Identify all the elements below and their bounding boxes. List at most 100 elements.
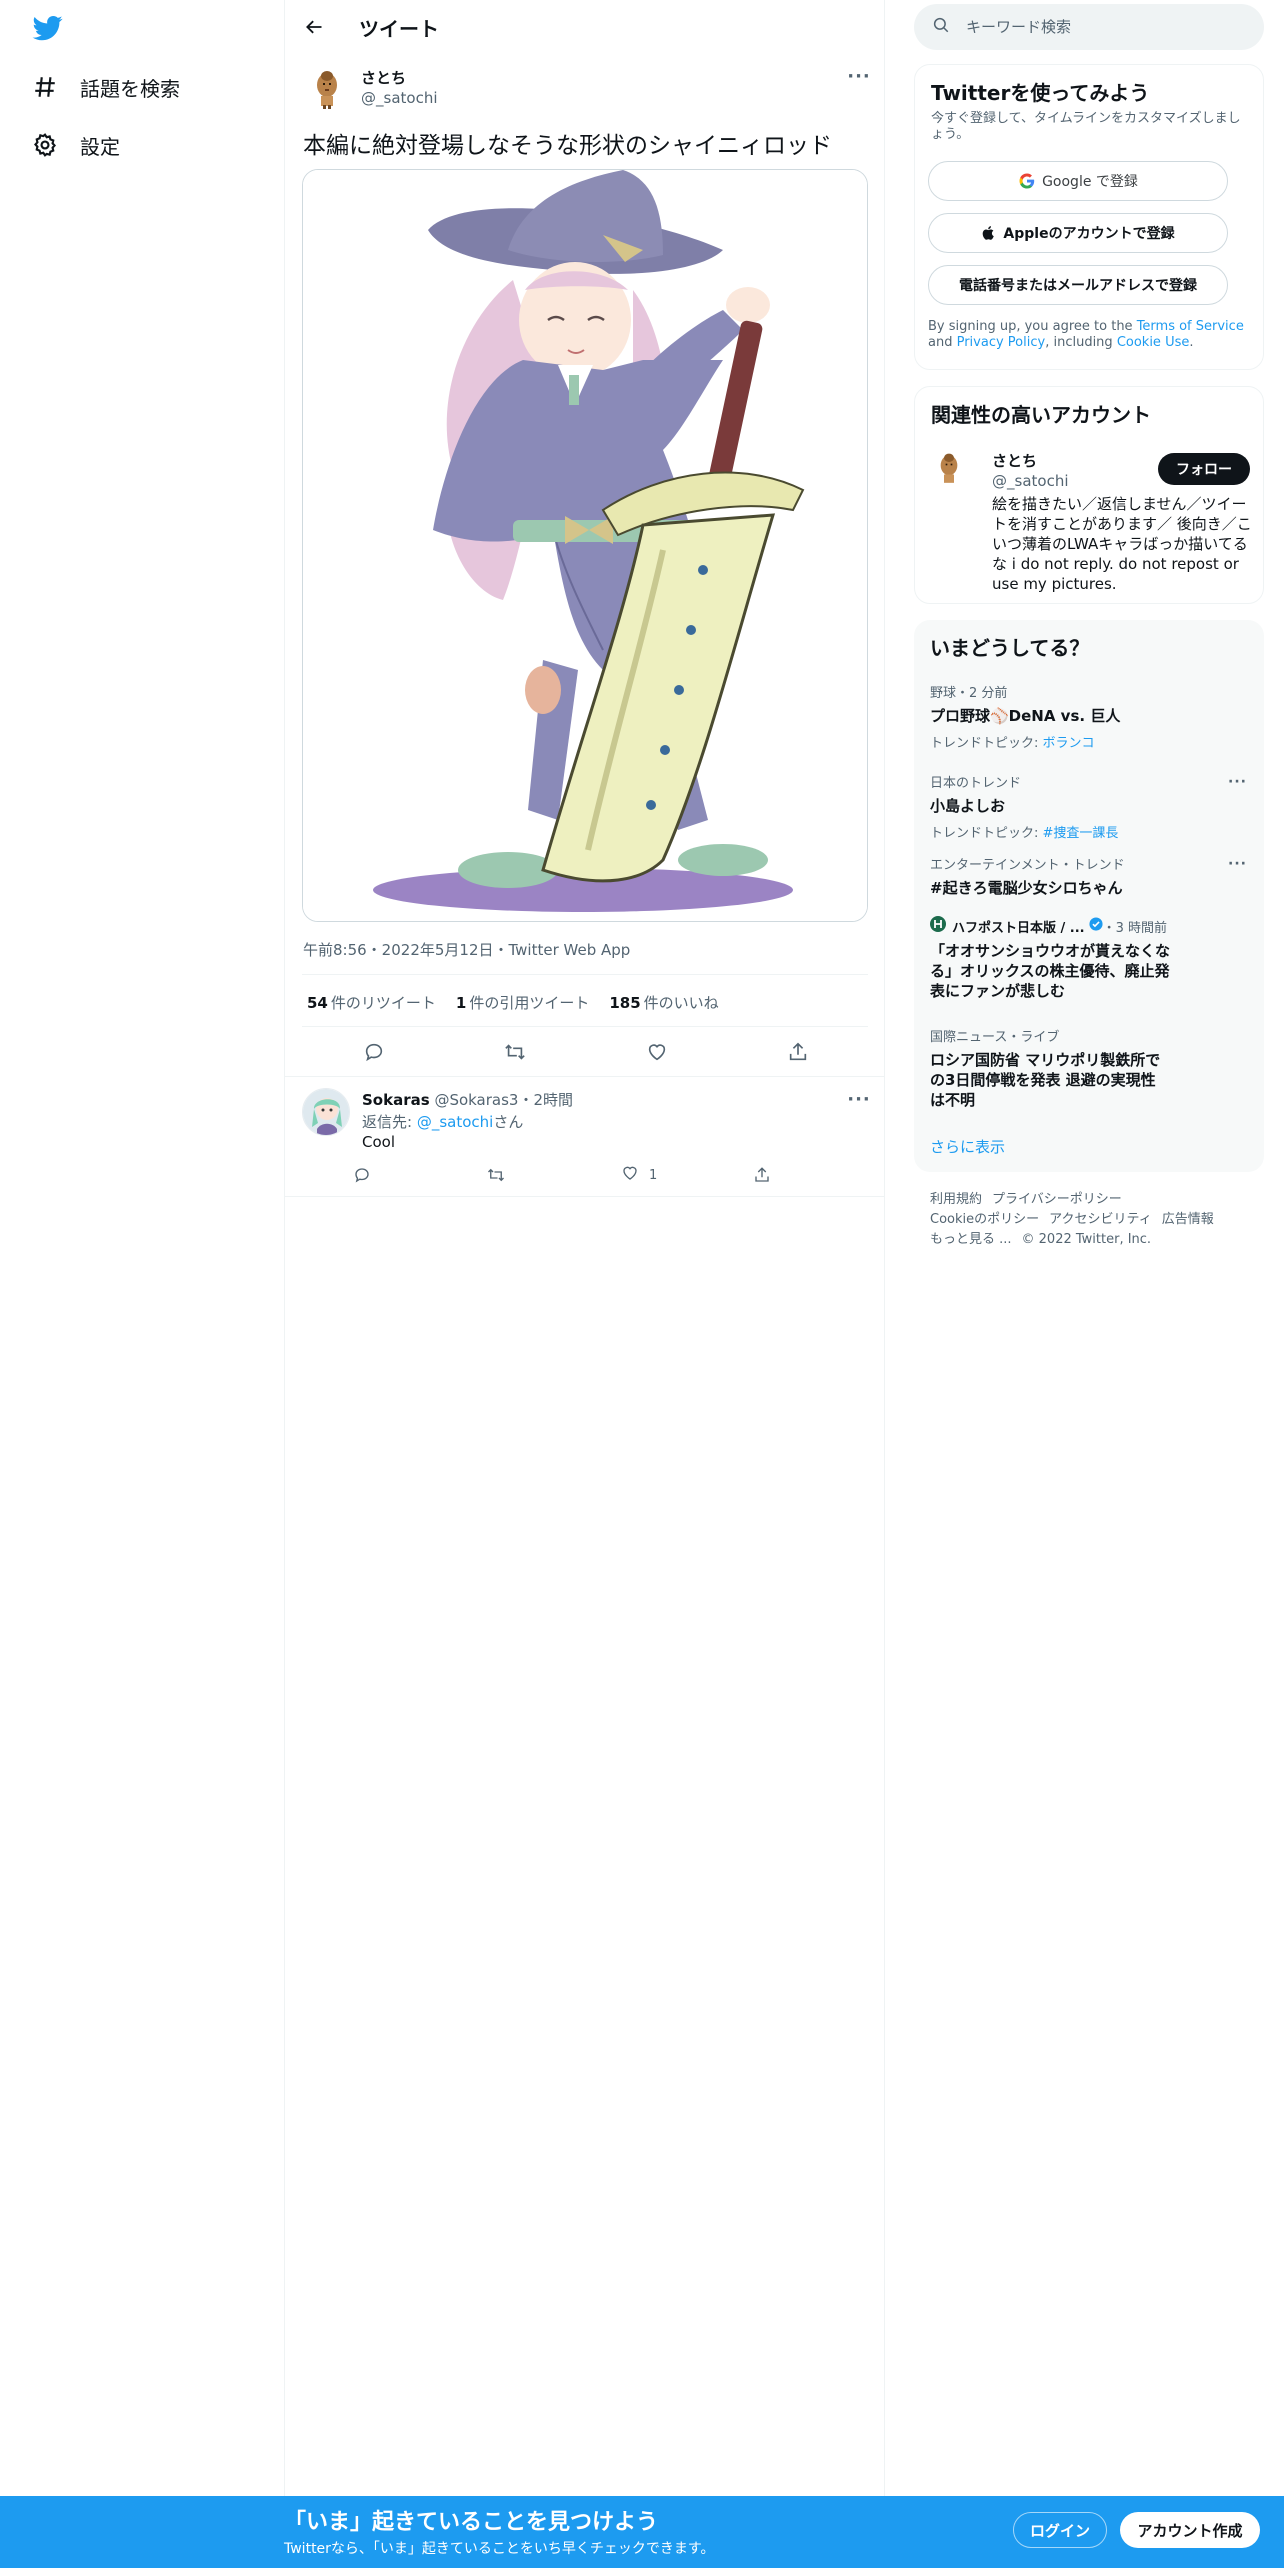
trend-topic-link[interactable]: ボランコ [1043,736,1095,751]
apple-signup-label: Appleのアカウントで登録 [1003,226,1175,242]
trend-item[interactable]: 野球・2 分前 プロ野球⚾DeNA vs. 巨人 トレンドトピック: ボランコ [930,682,1248,751]
news-title: 「オオサンショウウオが貰えなくなる」オリックスの株主優待、廃止発表にファンが悲し… [930,942,1171,1000]
back-arrow-icon[interactable] [299,12,329,42]
news-title: ロシア国防省 マリウポリ製鉄所での3日間停戦を発表 退避の実現性は不明 [930,1051,1161,1109]
verified-badge-icon [1089,917,1103,935]
like-icon [621,1164,639,1186]
more-options-icon[interactable]: ··· [1228,774,1247,790]
terms-end: . [1189,335,1194,350]
more-options-icon[interactable]: ··· [845,66,873,87]
terms-and: and [928,335,957,350]
related-name[interactable]: さとち [992,450,1037,471]
like-button[interactable]: 1 [621,1164,657,1186]
retweet-icon[interactable] [487,1164,505,1186]
footer-cookie-link[interactable]: Cookieのポリシー [930,1212,1039,1227]
like-icon[interactable] [639,1036,675,1068]
tweet-actions [303,1036,869,1068]
sidebar-item-label: 話題を検索 [80,76,180,101]
login-button[interactable]: ログイン [1013,2512,1107,2548]
reply-handle-time[interactable]: @Sokaras3・2時間 [434,1091,573,1109]
more-options-icon[interactable]: ··· [845,1089,873,1110]
footer-links: 利用規約 プライバシーポリシー Cookieのポリシー アクセシビリティ 広告情報 も… [930,1190,1250,1250]
likes-label: 件のいいね [643,994,719,1012]
related-handle[interactable]: @_satochi [992,472,1069,490]
news-time: ・3 時間前 [1102,920,1168,936]
tweet-stats: 54 件のリツイート 1 件の引用ツイート 185 件のいいね [307,992,739,1013]
search-box[interactable] [914,4,1264,50]
banner-title: 「いま」起きていることを見つけよう [284,2510,659,2535]
retweet-icon[interactable] [497,1036,533,1068]
footer-ads-link[interactable]: 広告情報 [1162,1212,1214,1227]
gear-icon [30,130,60,160]
trend-context: エンターテインメント・トレンド [930,858,1125,873]
cookie-link[interactable]: Cookie Use [1117,335,1190,350]
tweet-image[interactable] [302,169,868,922]
trend-topic-link[interactable]: #捜査一課長 [1043,826,1119,841]
footer-privacy-link[interactable]: プライバシーポリシー [992,1192,1122,1207]
news-header: ハフポスト日本版 / ... ・3 時間前 [930,916,1248,936]
trend-topic-label: トレンドトピック: [930,826,1043,841]
trend-item[interactable]: 日本のトレンド 小島よしお トレンドトピック: #捜査一課長 [930,772,1248,841]
terms-link[interactable]: Terms of Service [1137,319,1244,334]
google-signup-label: Google で登録 [1042,174,1138,190]
likes-count: 185 [609,994,641,1012]
signup-title: Twitterを使ってみよう [931,81,1150,105]
follow-button[interactable]: フォロー [1158,453,1250,485]
sidebar-item-explore[interactable]: 話題を検索 [30,65,180,109]
main-column: ツイート さとち @_satochi ··· 本編に絶対登場しなそうな形状のシャ… [284,0,885,2496]
likes-stat[interactable]: 185 件のいいね [609,992,718,1013]
search-input[interactable] [966,18,1226,36]
trends-card: いまどうしてる？ 野球・2 分前 プロ野球⚾DeNA vs. 巨人 トレンドトピ… [914,620,1264,1172]
apple-signup-button[interactable]: Appleのアカウントで登録 [928,213,1228,253]
google-signup-button[interactable]: Google で登録 [928,161,1228,201]
privacy-link[interactable]: Privacy Policy [957,335,1046,350]
reply-header: Sokaras @Sokaras3・2時間 [362,1089,573,1110]
retweets-stat[interactable]: 54 件のリツイート [307,992,436,1013]
tweet-text: 本編に絶対登場しなそうな形状のシャイニィロッド [303,133,832,159]
signup-subtitle: 今すぐ登録して、タイムラインをカスタマイズしましょう。 [931,111,1241,142]
trend-topic-label: トレンドトピック: [930,736,1043,751]
avatar[interactable] [303,63,351,111]
trend-title: 小島よしお [930,797,1006,815]
news-source: ハフポスト日本版 / ... [952,920,1085,936]
hashtag-icon [30,72,60,102]
signup-button[interactable]: アカウント作成 [1120,2512,1260,2548]
banner-subtitle: Twitterなら、「いま」起きていることをいち早くチェックできます。 [284,2541,715,2557]
quotes-stat[interactable]: 1 件の引用ツイート [456,992,589,1013]
tweet-timestamp[interactable]: 午前8:56・2022年5月12日・Twitter Web App [303,939,630,960]
footer-terms-link[interactable]: 利用規約 [930,1192,982,1207]
trend-topic: トレンドトピック: #捜査一課長 [930,822,1248,841]
share-icon[interactable] [780,1036,816,1068]
reply-to-prefix: 返信先: [362,1113,417,1131]
search-icon [932,16,950,38]
footer-accessibility-link[interactable]: アクセシビリティ [1049,1212,1152,1227]
avatar[interactable] [302,1088,350,1136]
more-options-icon[interactable]: ··· [1228,856,1247,872]
divider [302,1026,868,1027]
show-more-link[interactable]: さらに表示 [930,1136,1005,1157]
sidebar-item-settings[interactable]: 設定 [30,123,120,167]
author-name[interactable]: さとち [361,67,406,88]
trend-topic: トレンドトピック: ボランコ [930,732,1248,751]
terms-including: , including [1045,335,1117,350]
news-item[interactable]: ハフポスト日本版 / ... ・3 時間前 「オオサンショウウオが貰えなくなる」… [930,916,1248,1001]
author-handle[interactable]: @_satochi [361,89,438,107]
trend-title: #起きろ電脳少女シロちゃん [930,879,1123,897]
avatar[interactable] [929,447,969,487]
terms-text: By signing up, you agree to the Terms of… [928,319,1248,351]
copyright: © 2022 Twitter, Inc. [1021,1232,1152,1247]
news-item[interactable]: 国際ニュース・ライブ ロシア国防省 マリウポリ製鉄所での3日間停戦を発表 退避の… [930,1026,1248,1110]
reply-author-name[interactable]: Sokaras [362,1091,430,1109]
twitter-bird-icon[interactable] [31,13,65,43]
phone-email-signup-button[interactable]: 電話番号またはメールアドレスで登録 [928,265,1228,305]
sidebar-item-label: 設定 [80,134,120,159]
reply-icon[interactable] [356,1036,392,1068]
reply-icon[interactable] [353,1164,371,1186]
trend-context: 国際ニュース・ライブ [930,1030,1060,1045]
quotes-count: 1 [455,994,467,1012]
reply-text: Cool [362,1133,395,1151]
reply-to-link[interactable]: @_satochi [417,1113,494,1131]
trend-item[interactable]: エンターテインメント・トレンド #起きろ電脳少女シロちゃん [930,854,1248,898]
footer-more-link[interactable]: もっと見る ... [930,1232,1012,1247]
share-icon[interactable] [753,1164,771,1186]
